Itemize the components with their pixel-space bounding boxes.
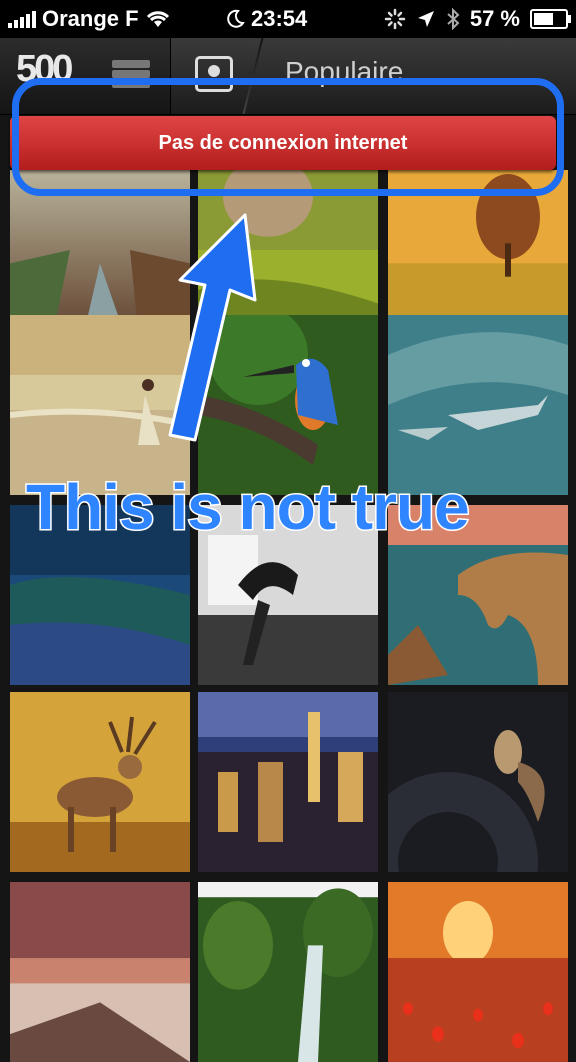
annotation-highlight-box (12, 78, 564, 196)
battery-label: 57 % (469, 6, 520, 31)
annotation-arrow-icon (168, 213, 257, 442)
signal-icon (8, 10, 36, 28)
carrier-label: Orange F (42, 6, 139, 31)
photo-waterfall[interactable] (198, 882, 378, 1062)
wifi-icon (146, 11, 169, 27)
location-icon (417, 11, 434, 27)
annotation-text: This is not true (25, 470, 472, 545)
photo-poppy-field[interactable] (388, 882, 568, 1062)
photo-city-night[interactable] (198, 692, 378, 872)
clock: 23:54 (251, 6, 308, 31)
activity-icon (384, 8, 406, 30)
photo-coast-sunset[interactable] (10, 882, 190, 1062)
photo-shark-fish[interactable] (388, 315, 568, 495)
battery-icon (530, 9, 571, 29)
status-bar: Orange F 23:54 57 % (0, 0, 576, 38)
photo-squirrel-tire[interactable] (388, 692, 568, 872)
bluetooth-icon (447, 8, 460, 30)
moon-icon (227, 9, 245, 28)
photo-deer[interactable] (10, 692, 190, 872)
